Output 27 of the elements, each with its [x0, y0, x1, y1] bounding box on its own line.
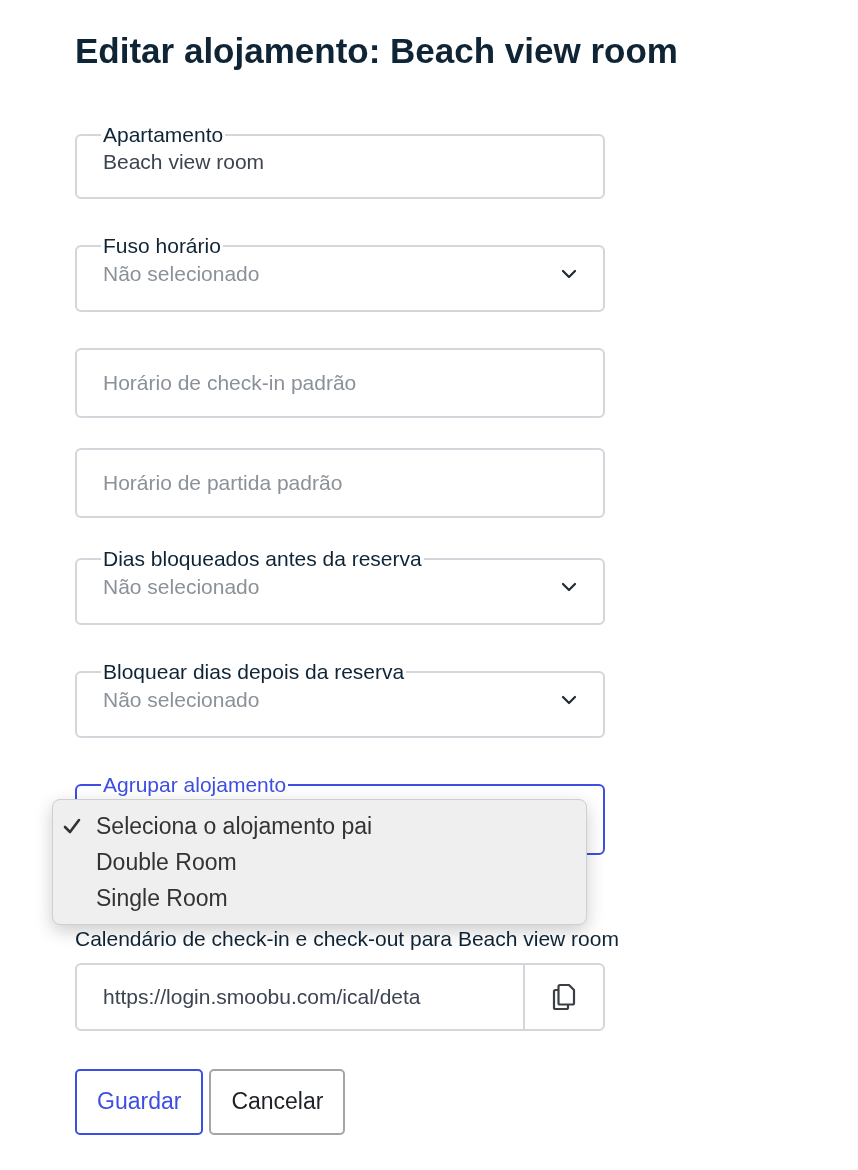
copy-icon — [551, 982, 577, 1011]
field-label: Fuso horário — [102, 235, 222, 256]
chevron-down-icon — [561, 269, 577, 279]
select-placeholder: Não selecionado — [103, 687, 260, 714]
dropdown-option[interactable]: Seleciona o alojamento pai — [53, 808, 586, 844]
save-button[interactable]: Guardar — [75, 1068, 204, 1135]
chevron-down-icon — [561, 695, 577, 705]
cancel-button[interactable]: Cancelar — [209, 1068, 346, 1135]
dropdown-option[interactable]: Single Room — [53, 880, 586, 916]
url-field[interactable]: https://login.smoobu.com/ical/deta — [75, 962, 605, 1031]
select-field[interactable]: Bloquear dias depois da reserva Não selecionado — [75, 661, 605, 738]
page-title: Editar alojamento: Beach view room — [75, 30, 679, 72]
select-placeholder: Não selecionado — [103, 574, 260, 601]
field-label: Agrupar alojamento — [102, 774, 288, 795]
field-label: Calendário de check-in e check-out para Beach view room — [75, 926, 620, 952]
field-label: Apartamento — [102, 124, 225, 145]
field-label: Dias bloqueados antes da reserva — [102, 548, 423, 569]
input-field[interactable]: Horário de check-in padrão — [75, 348, 605, 418]
select-field[interactable]: Fuso horário Não selecionado — [75, 235, 605, 312]
field-value[interactable]: Beach view room — [103, 147, 577, 177]
input-field[interactable]: Horário de partida padrão — [75, 448, 605, 518]
select-field[interactable]: Dias bloqueados antes da reserva Não selecionado — [75, 548, 605, 625]
chevron-down-icon — [561, 582, 577, 592]
field-label: Bloquear dias depois da reserva — [102, 661, 406, 682]
select-placeholder: Não selecionado — [103, 261, 260, 288]
dropdown-option[interactable]: Double Room — [53, 844, 586, 880]
url-value[interactable]: https://login.smoobu.com/ical/deta — [77, 964, 523, 1029]
